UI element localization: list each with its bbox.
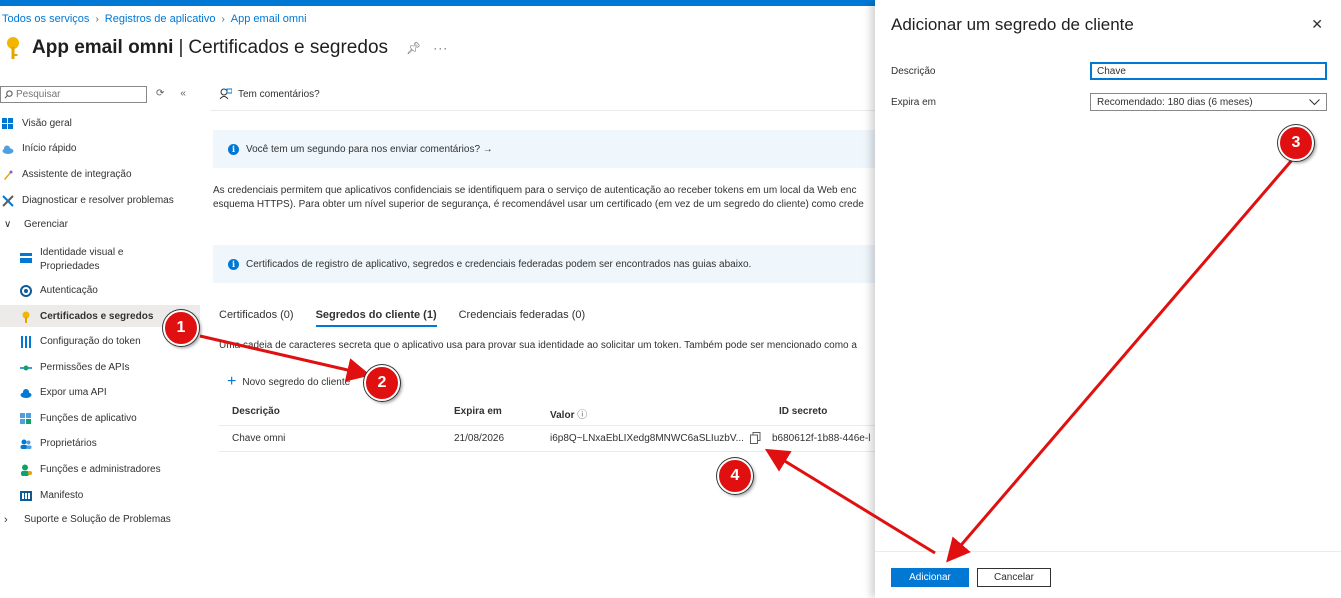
column-header-secret-id: ID secreto: [779, 406, 828, 417]
chevron-down-icon: ∨: [4, 219, 12, 230]
cell-value: i6p8Q~LNxaEbLIXedg8MNWC6aSLIuzbV...: [550, 433, 744, 444]
sidebar-item-manifest[interactable]: Manifesto: [20, 490, 83, 502]
sidebar-item-authentication[interactable]: Autenticação: [20, 285, 98, 297]
step-marker-2: 2: [364, 365, 400, 401]
key-icon: [22, 311, 30, 323]
expires-select[interactable]: Recomendado: 180 dias (6 meses): [1090, 93, 1327, 111]
tab-description: Uma cadeia de caracteres secreta que o a…: [219, 340, 857, 351]
add-button[interactable]: Adicionar: [891, 568, 969, 587]
cancel-button[interactable]: Cancelar: [977, 568, 1051, 587]
pin-icon[interactable]: 📌︎: [406, 41, 421, 55]
cloud-api-icon: [20, 389, 32, 398]
key-icon: [7, 37, 19, 59]
sidebar-item-app-roles[interactable]: Funções de aplicativo: [20, 413, 137, 425]
info-circle-icon[interactable]: ⓘ: [577, 410, 587, 421]
credentials-banner: i Certificados de registro de aplicativo…: [213, 245, 875, 283]
breadcrumb-all-services[interactable]: Todos os serviços: [2, 13, 89, 25]
search-tools: ⟳ «: [156, 88, 186, 99]
breadcrumb-app[interactable]: App email omni: [231, 13, 307, 25]
column-header-expires: Expira em: [454, 406, 502, 417]
people-icon: [20, 439, 32, 449]
overview-icon: [2, 118, 13, 129]
title-separator: |: [178, 37, 184, 58]
sidebar-item-diagnose[interactable]: Diagnosticar e resolver problemas: [2, 195, 174, 207]
table-header-divider: [219, 425, 875, 426]
sidebar-item-quickstart[interactable]: Início rápido: [2, 143, 76, 155]
description-input[interactable]: Chave: [1090, 62, 1327, 80]
table-row-divider: [219, 451, 875, 452]
more-icon[interactable]: ···: [433, 41, 448, 55]
cloud-icon: [2, 145, 14, 154]
chevron-down-icon: [1309, 98, 1320, 105]
sidebar-item-branding[interactable]: Identidade visual e Propriedades: [20, 246, 123, 274]
breadcrumb: Todos os serviços › Registros de aplicat…: [2, 13, 307, 25]
cell-secret-id: b680612f-1b88-446e-l: [772, 433, 871, 444]
search-input[interactable]: [16, 89, 136, 100]
credential-tabs: Certificados (0) Segredos do cliente (1)…: [219, 309, 607, 327]
wrench-icon: [2, 195, 14, 207]
add-secret-panel: Adicionar um segredo de cliente ✕ Descri…: [875, 0, 1341, 598]
tab-federated-credentials[interactable]: Credenciais federadas (0): [459, 309, 586, 327]
panel-footer-divider: [875, 551, 1341, 552]
expires-label: Expira em: [891, 97, 937, 108]
tab-certificates[interactable]: Certificados (0): [219, 309, 294, 327]
sidebar-group-manage[interactable]: ∨ Gerenciar: [4, 219, 68, 231]
step-marker-1: 1: [163, 310, 199, 346]
app-name: App email omni: [32, 37, 174, 58]
panel-title: Adicionar um segredo de cliente: [891, 15, 1134, 34]
feedback-icon: [219, 88, 232, 100]
rocket-icon: [4, 170, 13, 180]
refresh-icon[interactable]: ⟳: [156, 88, 164, 99]
api-permissions-icon: [20, 365, 32, 371]
sidebar-item-roles-admins[interactable]: Funções e administradores: [20, 464, 161, 476]
description-label: Descrição: [891, 66, 936, 77]
chevron-right-icon: ›: [221, 13, 225, 25]
page-title: App email omni | Certificados e segredos…: [4, 36, 448, 60]
info-icon: i: [228, 143, 239, 155]
sidebar-item-owners[interactable]: Proprietários: [20, 438, 97, 450]
copy-icon[interactable]: [750, 432, 761, 444]
search-icon: [4, 90, 13, 99]
token-config-icon: [21, 336, 31, 348]
plus-icon: +: [227, 373, 237, 390]
breadcrumb-app-registrations[interactable]: Registros de aplicativo: [105, 13, 216, 25]
credentials-description: As credenciais permitem que aplicativos …: [213, 185, 864, 210]
branding-icon: [20, 253, 32, 263]
app-roles-icon: [20, 413, 31, 424]
feedback-banner[interactable]: i Você tem um segundo para nos enviar co…: [213, 130, 875, 168]
new-client-secret-button[interactable]: + Novo segredo do cliente: [227, 373, 350, 390]
close-icon[interactable]: ✕: [1311, 16, 1323, 33]
cell-expires: 21/08/2026: [454, 433, 505, 444]
sidebar-group-support[interactable]: › Suporte e Solução de Problemas: [4, 514, 171, 526]
sidebar-item-api-permissions[interactable]: Permissões de APIs: [20, 362, 129, 374]
sidebar-item-overview[interactable]: Visão geral: [2, 118, 72, 130]
column-header-description: Descrição: [232, 406, 280, 417]
chevron-right-icon: ›: [95, 13, 99, 25]
sidebar-item-expose-api[interactable]: Expor uma API: [20, 387, 107, 399]
authentication-icon: [20, 285, 32, 297]
column-header-value: Valor ⓘ: [550, 410, 588, 421]
feedback-link[interactable]: Tem comentários?: [219, 88, 320, 100]
sidebar-item-certificates[interactable]: Certificados e segredos: [20, 311, 153, 323]
sidebar-item-integration-assistant[interactable]: Assistente de integração: [2, 169, 132, 181]
cell-description: Chave omni: [232, 433, 286, 444]
manifest-icon: [20, 491, 32, 501]
step-marker-3: 3: [1278, 125, 1314, 161]
chevron-right-icon: ›: [4, 514, 8, 526]
collapse-icon[interactable]: «: [180, 88, 186, 99]
search-box[interactable]: [0, 86, 147, 103]
info-icon: i: [228, 258, 239, 270]
section-title: Certificados e segredos: [188, 37, 389, 58]
sidebar-item-token-config[interactable]: Configuração do token: [20, 336, 141, 348]
toolbar-divider: [210, 110, 875, 111]
admin-icon: [21, 464, 32, 476]
tab-client-secrets[interactable]: Segredos do cliente (1): [315, 309, 437, 327]
step-marker-4: 4: [717, 458, 753, 494]
